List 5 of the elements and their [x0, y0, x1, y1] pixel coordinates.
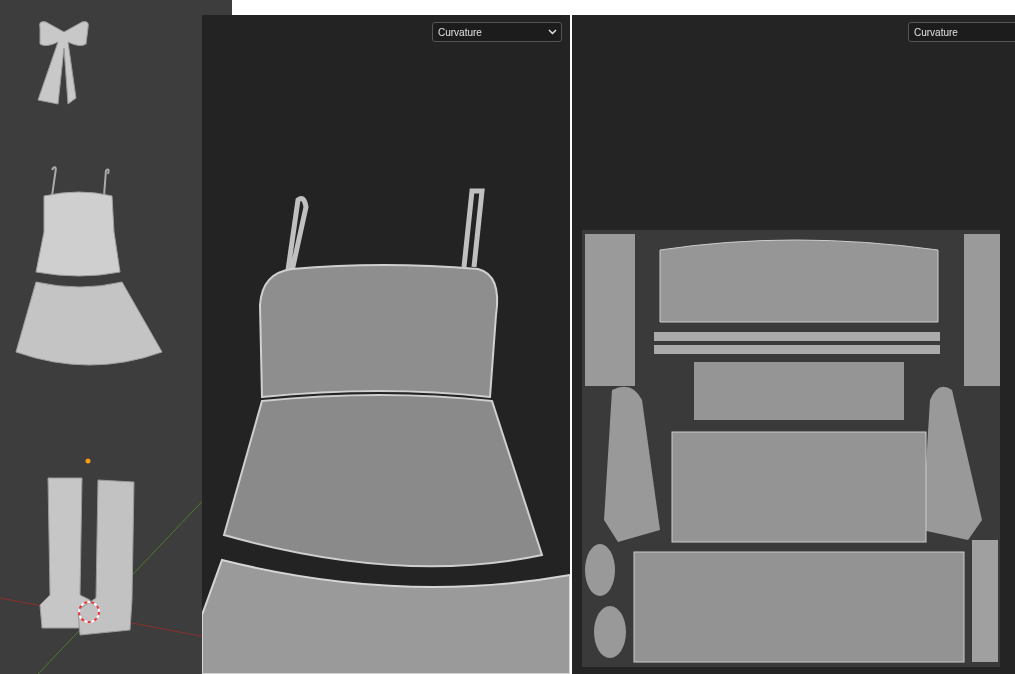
- channel-dropdown[interactable]: Curvature: [432, 22, 562, 42]
- origin-dot: [85, 458, 91, 464]
- channel-dropdown[interactable]: Curvature: [908, 22, 1015, 42]
- caret-icon: [548, 29, 557, 35]
- 3d-cursor-icon: [78, 601, 100, 623]
